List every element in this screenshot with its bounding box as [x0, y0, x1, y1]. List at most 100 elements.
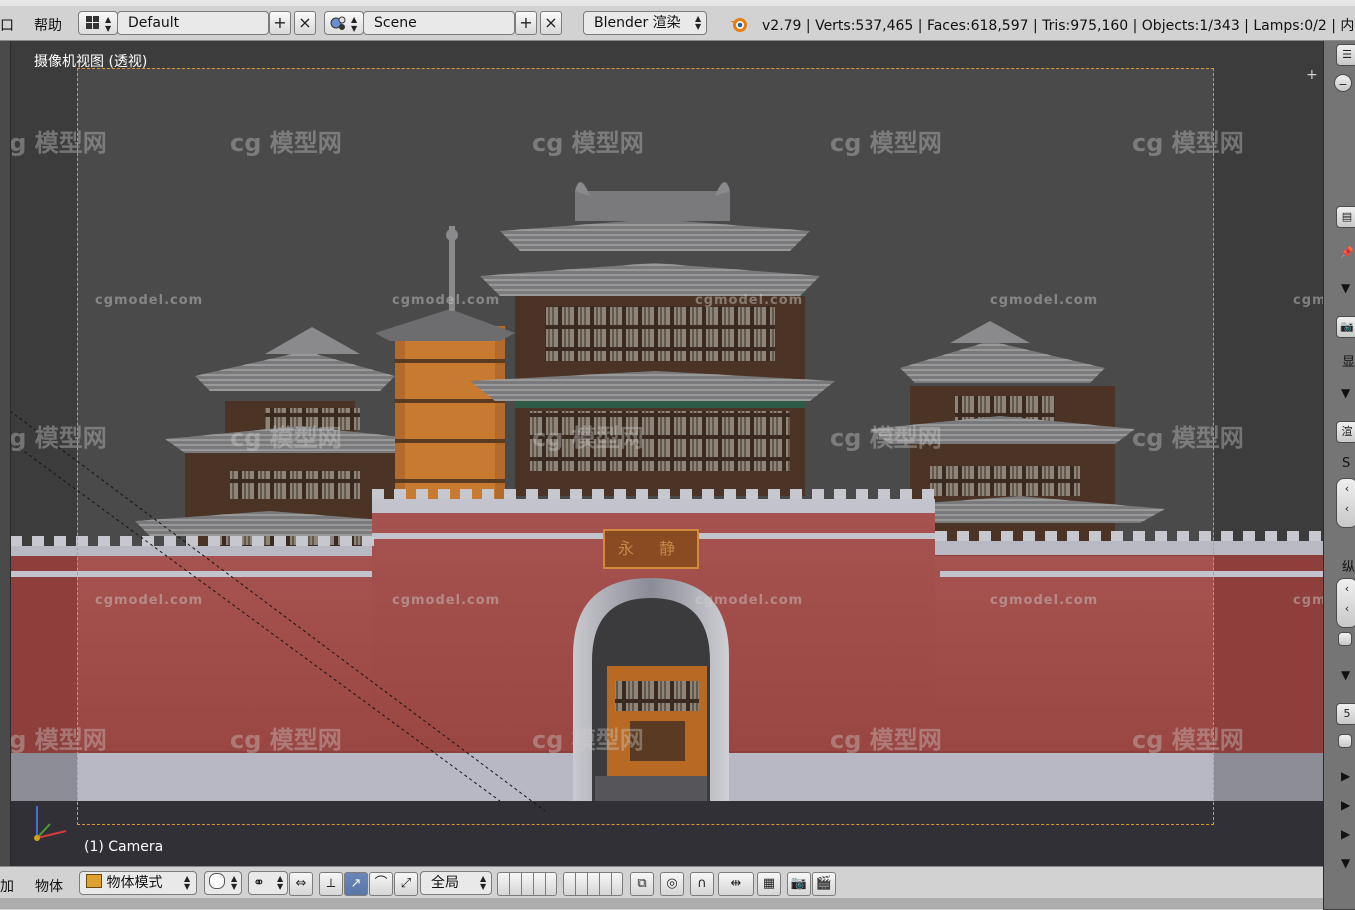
rotate-arc-icon[interactable]: ⌒: [369, 872, 393, 896]
layout-name-field[interactable]: Default: [117, 11, 269, 35]
lock-camera-icon[interactable]: ⧉: [630, 872, 654, 896]
filter-circle-icon[interactable]: −: [1334, 74, 1352, 92]
checkbox-1[interactable]: [1338, 632, 1352, 646]
wall-merlon: [1023, 531, 1035, 541]
value-field-5[interactable]: 5: [1336, 703, 1355, 725]
remove-scene-button[interactable]: ×: [540, 11, 562, 35]
wall-merlon: [252, 536, 264, 546]
menu-item-left[interactable]: 口: [0, 15, 14, 35]
left-region-edge[interactable]: [0, 41, 11, 866]
collapse-arrow-icon-2[interactable]: ▼: [1341, 386, 1350, 400]
menu-help[interactable]: 帮助: [34, 15, 62, 35]
viewport-shading-dropdown[interactable]: ▲ ▼: [204, 871, 242, 895]
watermark-brand: cg 模型网: [0, 129, 107, 157]
render-camera-icon[interactable]: 📷: [1336, 316, 1355, 338]
wall-merlon: [592, 489, 604, 499]
wall-merlon: [812, 489, 824, 499]
scene-selector-button[interactable]: ▲ ▼: [324, 11, 364, 35]
wall-merlon: [372, 489, 384, 499]
layer-grid-1[interactable]: [497, 872, 557, 896]
pin-icon[interactable]: 📌: [1336, 243, 1355, 265]
remove-layout-button[interactable]: ×: [294, 11, 316, 35]
layout-selector-button[interactable]: ▲ ▼: [78, 11, 118, 35]
collapse-arrow-icon-3[interactable]: ▼: [1341, 668, 1350, 682]
watermark-brand: cg 模型网: [532, 129, 644, 157]
wall-merlon: [362, 536, 374, 546]
watermark-brand: cg 模型网: [532, 424, 644, 452]
resolution-field[interactable]: ‹ ‹: [1336, 478, 1355, 528]
gate-plaque-text: 永 静: [618, 539, 686, 558]
wall-merlon: [1155, 531, 1167, 541]
manipulator-toggle-icon[interactable]: ⇔: [289, 872, 313, 896]
viewport-plus-icon[interactable]: +: [1306, 67, 1318, 83]
menu-add[interactable]: 加: [0, 876, 14, 896]
solid-shading-icon: [209, 873, 225, 889]
timeline-strip: [0, 898, 1323, 909]
aspect-field[interactable]: ‹ ‹: [1336, 578, 1355, 628]
render-region-icon[interactable]: ▦: [757, 872, 781, 896]
outliner-toggle-icon[interactable]: ☰: [1336, 44, 1355, 66]
expand-arrow-icon-2[interactable]: ▶: [1341, 798, 1350, 812]
watermark-brand: cg 模型网: [830, 424, 942, 452]
add-scene-button[interactable]: +: [515, 11, 537, 35]
wall-merlon: [702, 489, 714, 499]
wall-merlon: [394, 489, 406, 499]
expand-arrow-icon-3[interactable]: ▶: [1341, 827, 1350, 841]
layer-grid-2[interactable]: [563, 872, 623, 896]
wall-merlon: [120, 536, 132, 546]
layout-grid-icon: ▲▼: [86, 15, 112, 33]
wall-merlon: [10, 536, 22, 546]
checkbox-2[interactable]: [1338, 734, 1352, 748]
wall-merlon: [164, 536, 176, 546]
wall-merlon: [834, 489, 846, 499]
snap-magnet-icon[interactable]: ∩: [690, 872, 714, 896]
label-s: S: [1342, 456, 1351, 471]
opengl-render-icon[interactable]: 📷: [787, 872, 811, 896]
pivot-icon: ⚭: [253, 875, 265, 891]
add-layout-button[interactable]: +: [269, 11, 291, 35]
watermark-brand: cg 模型网: [230, 424, 342, 452]
opengl-animation-icon[interactable]: 🎬: [812, 872, 836, 896]
wall-merlon: [1089, 531, 1101, 541]
wall-merlon: [1287, 531, 1299, 541]
menu-object[interactable]: 物体: [35, 876, 63, 896]
wall-merlon: [922, 489, 934, 499]
snap-element-dropdown[interactable]: ⇹: [718, 872, 754, 896]
scene-statistics: v2.79 | Verts:537,465 | Faces:618,597 | …: [762, 18, 1355, 34]
wall-merlon: [1067, 531, 1079, 541]
watermark-site: cgmodel.com: [392, 293, 500, 308]
wall-merlon: [416, 489, 428, 499]
proportional-edit-icon[interactable]: ◎: [660, 872, 684, 896]
expand-arrow-icon-1[interactable]: ▶: [1341, 769, 1350, 783]
svg-text:▲: ▲: [351, 15, 358, 24]
scale-icon[interactable]: ⤢: [394, 872, 418, 896]
3d-viewport[interactable]: cg 模型网 cg 模型网 cg 模型网 cg 模型网 cg 模型网 cg 模型网 cg 模…: [0, 41, 1323, 866]
render-preset-field[interactable]: 渲: [1336, 421, 1355, 443]
collapse-arrow-icon[interactable]: ▼: [1341, 281, 1350, 295]
wall-merlon: [856, 489, 868, 499]
watermark-brand: cg 模型网: [230, 129, 342, 157]
pivot-point-dropdown[interactable]: ⚭ ▲ ▼: [248, 871, 288, 895]
view-title: 摄像机视图 (透视): [34, 54, 148, 70]
wall-merlon: [1001, 531, 1013, 541]
wall-merlon: [724, 489, 736, 499]
wall-merlon: [614, 489, 626, 499]
watermark-site: cgmodel.com: [695, 293, 803, 308]
wall-merlon: [658, 489, 670, 499]
render-engine-dropdown[interactable]: Blender 渲染 ▲ ▼: [583, 11, 707, 35]
wall-merlon: [878, 489, 890, 499]
wall-merlon: [1177, 531, 1189, 541]
properties-toggle-icon[interactable]: ▤: [1336, 206, 1355, 228]
wall-merlon: [318, 536, 330, 546]
wall-merlon: [636, 489, 648, 499]
svg-text:▼: ▼: [105, 24, 112, 33]
render-engine-label: Blender 渲染: [594, 15, 681, 31]
scene-name-field[interactable]: Scene: [363, 11, 515, 35]
collapse-arrow-icon-4[interactable]: ▼: [1341, 856, 1350, 870]
wall-merlon: [768, 489, 780, 499]
move-arrow-icon[interactable]: ↗: [344, 872, 368, 896]
svg-text:▲: ▲: [105, 15, 112, 24]
mode-dropdown[interactable]: 物体模式 ▲ ▼: [79, 871, 197, 895]
orientation-dropdown[interactable]: 全局 ▲ ▼: [420, 871, 492, 895]
translate-manipulator-icon[interactable]: ⟂: [319, 872, 343, 896]
